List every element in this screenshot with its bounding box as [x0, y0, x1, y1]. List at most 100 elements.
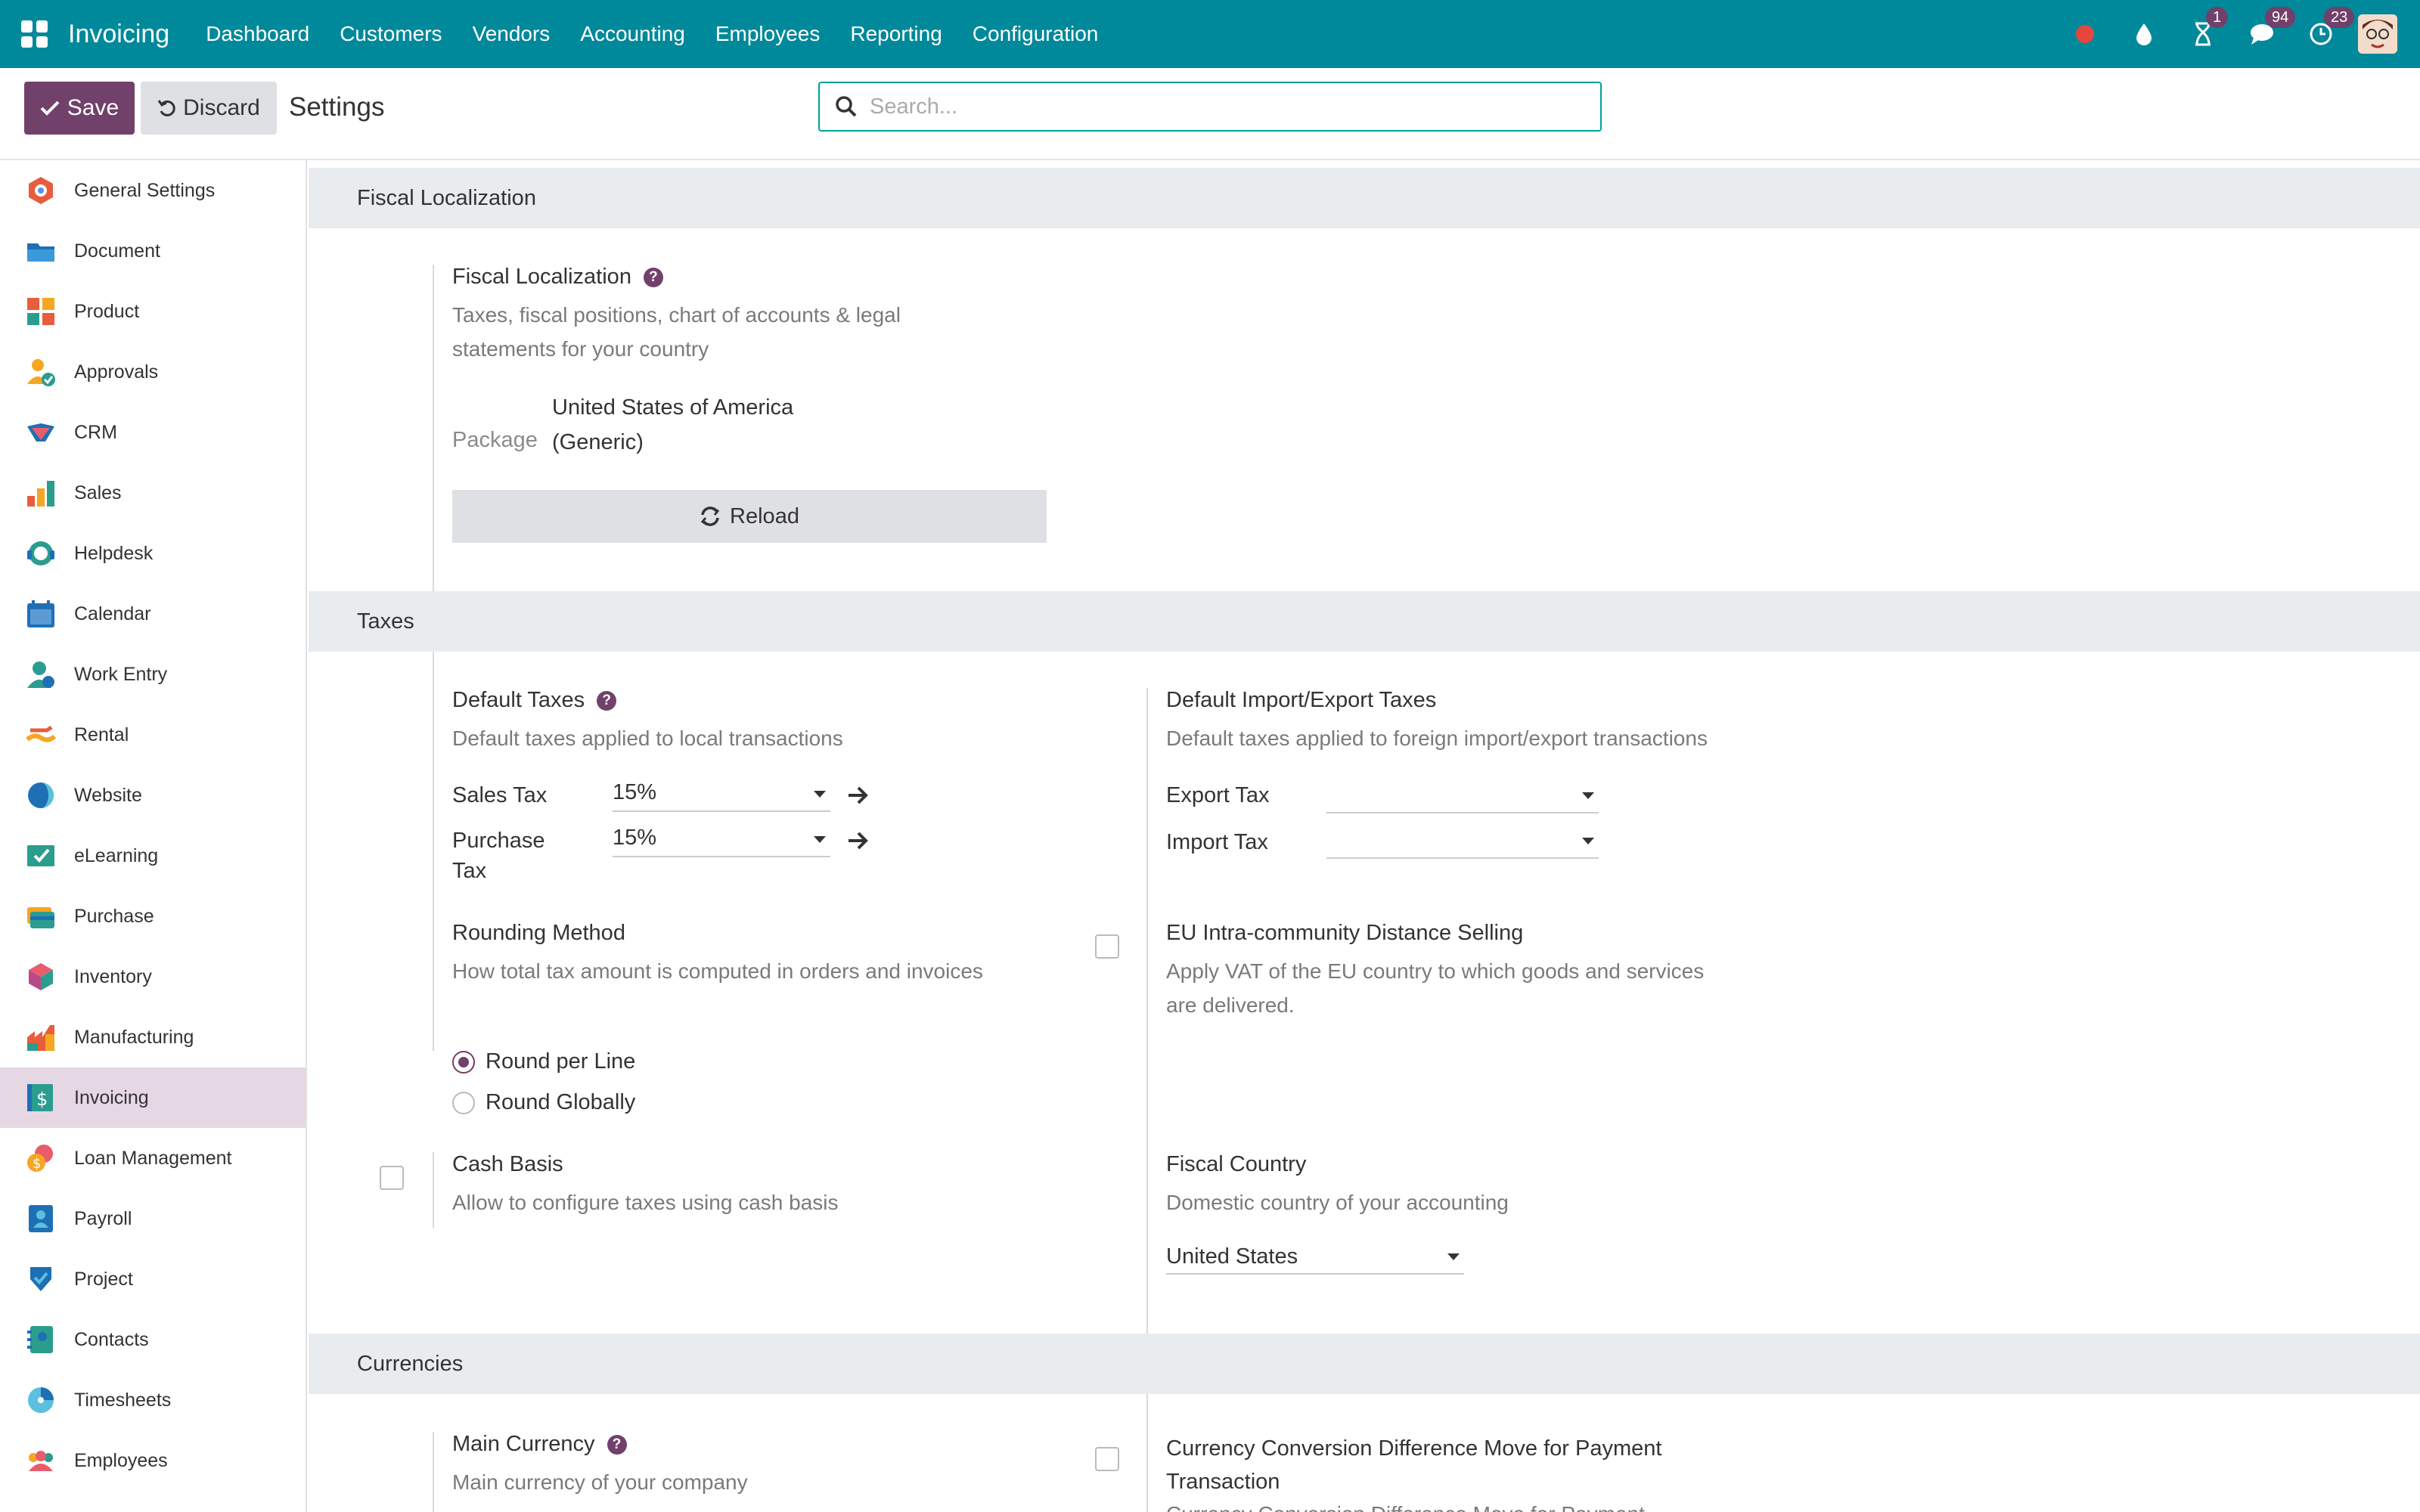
- app-brand[interactable]: Invoicing: [68, 20, 169, 49]
- fiscal-localization-title: Fiscal Localization: [452, 265, 631, 289]
- sidebar-item-timesheets[interactable]: Timesheets: [0, 1370, 306, 1430]
- import-tax-label: Import Tax: [1166, 830, 1268, 854]
- sidebar-item-elearning[interactable]: eLearning: [0, 826, 306, 886]
- description-line: Apply VAT of the EU country to which goo…: [1166, 959, 1705, 983]
- menu-accounting[interactable]: Accounting: [580, 22, 685, 46]
- messages-button[interactable]: 94: [2248, 7, 2296, 48]
- description-line: are delivered.: [1166, 993, 1295, 1017]
- radio-unchecked[interactable]: [452, 1091, 475, 1114]
- reload-button[interactable]: Reload: [452, 490, 1047, 543]
- help-icon[interactable]: ?: [607, 1434, 627, 1455]
- sidebar-item-website[interactable]: Website: [0, 765, 306, 826]
- eu-distance-selling-checkbox[interactable]: [1095, 934, 1119, 959]
- main-currency-setting: Main Currency ?: [452, 1432, 627, 1457]
- apps-grid-icon[interactable]: [21, 20, 48, 48]
- setting-divider: [1146, 1152, 1148, 1447]
- sidebar-item-label: Loan Management: [74, 1147, 232, 1169]
- elearning-icon: [26, 841, 56, 871]
- search-input[interactable]: [870, 94, 1550, 119]
- debug-drop-button[interactable]: [2130, 20, 2158, 48]
- round-globally-option[interactable]: Round Globally: [452, 1090, 635, 1115]
- purchase-tax-label-line: Purchase: [452, 829, 545, 853]
- sidebar-item-label: Product: [74, 300, 140, 322]
- timesheets-icon: [26, 1385, 56, 1415]
- import-tax-select[interactable]: [1326, 824, 1599, 859]
- setting-divider: [1146, 1432, 1148, 1512]
- sidebar-item-label: Website: [74, 784, 142, 806]
- menu-dashboard[interactable]: Dashboard: [206, 22, 309, 46]
- undo-icon: [157, 100, 175, 116]
- caret-down-icon: [814, 836, 826, 843]
- section-header-fiscal-localization: Fiscal Localization: [309, 168, 2420, 228]
- sidebar-item-purchase[interactable]: Purchase: [0, 886, 306, 947]
- purchase-tax-select[interactable]: 15%: [613, 823, 830, 857]
- check-icon: [40, 101, 60, 116]
- sidebar-item-document[interactable]: Document: [0, 221, 306, 281]
- sidebar-item-approvals[interactable]: Approvals: [0, 342, 306, 402]
- sidebar-item-payroll[interactable]: Payroll: [0, 1188, 306, 1249]
- help-icon[interactable]: ?: [597, 690, 617, 711]
- inventory-icon: [26, 962, 56, 992]
- record-dot-icon: [2076, 25, 2094, 43]
- sidebar-item-project[interactable]: Project: [0, 1249, 306, 1309]
- search-box[interactable]: [818, 82, 1602, 132]
- sidebar-item-product[interactable]: Product: [0, 281, 306, 342]
- sidebar-item-loan-management[interactable]: $ Loan Management: [0, 1128, 306, 1188]
- helpdesk-icon: [26, 538, 56, 569]
- recording-indicator[interactable]: [2071, 20, 2099, 48]
- sidebar-item-label: Project: [74, 1268, 133, 1290]
- arrow-right-icon[interactable]: [847, 830, 870, 851]
- sidebar-item-invoicing[interactable]: $ Invoicing: [0, 1067, 306, 1128]
- title-line: Currency Conversion Difference Move for …: [1166, 1436, 1662, 1461]
- sidebar-item-calendar[interactable]: Calendar: [0, 584, 306, 644]
- round-per-line-option[interactable]: Round per Line: [452, 1049, 635, 1074]
- contacts-icon: [26, 1325, 56, 1355]
- general-settings-icon: [26, 175, 56, 206]
- loan-management-icon: $: [26, 1143, 56, 1173]
- menu-configuration[interactable]: Configuration: [973, 22, 1099, 46]
- top-navbar: Invoicing Dashboard Customers Vendors Ac…: [0, 0, 2420, 68]
- help-icon[interactable]: ?: [643, 267, 663, 287]
- main-currency-description: Main currency of your company: [452, 1470, 748, 1494]
- sidebar-item-label: Contacts: [74, 1328, 149, 1350]
- sidebar-item-general-settings[interactable]: General Settings: [0, 160, 306, 221]
- sidebar-item-work-entry[interactable]: Work Entry: [0, 644, 306, 705]
- sidebar-item-label: Purchase: [74, 905, 154, 927]
- radio-checked[interactable]: [452, 1050, 475, 1074]
- sidebar-item-label: Inventory: [74, 965, 152, 987]
- menu-reporting[interactable]: Reporting: [850, 22, 942, 46]
- menu-customers[interactable]: Customers: [340, 22, 442, 46]
- sales-tax-select[interactable]: 15%: [613, 777, 830, 812]
- systray: 1 94 23: [2055, 0, 2397, 68]
- sidebar-item-contacts[interactable]: Contacts: [0, 1309, 306, 1370]
- menu-employees[interactable]: Employees: [715, 22, 821, 46]
- sidebar-item-inventory[interactable]: Inventory: [0, 947, 306, 1007]
- save-button[interactable]: Save: [24, 82, 135, 135]
- activities-button[interactable]: 1: [2189, 7, 2229, 48]
- arrow-right-icon[interactable]: [847, 785, 870, 806]
- notifications-button[interactable]: 23: [2307, 7, 2355, 48]
- activities-badge: 1: [2206, 7, 2229, 28]
- setting-divider: [433, 688, 434, 1051]
- sidebar-item-manufacturing[interactable]: Manufacturing: [0, 1007, 306, 1067]
- package-value-line: (Generic): [552, 430, 644, 454]
- discard-button[interactable]: Discard: [141, 82, 277, 135]
- sidebar-item-rental[interactable]: Rental: [0, 705, 306, 765]
- sidebar-item-sales[interactable]: Sales: [0, 463, 306, 523]
- menu-vendors[interactable]: Vendors: [473, 22, 551, 46]
- project-icon: [26, 1264, 56, 1294]
- sidebar-item-helpdesk[interactable]: Helpdesk: [0, 523, 306, 584]
- rounding-method-title: Rounding Method: [452, 921, 625, 945]
- sidebar-item-employees[interactable]: Employees: [0, 1430, 306, 1491]
- default-taxes-setting: Default Taxes ?: [452, 688, 617, 713]
- cash-basis-checkbox[interactable]: [380, 1166, 404, 1190]
- sidebar-item-label: Employees: [74, 1449, 168, 1471]
- sidebar-item-crm[interactable]: CRM: [0, 402, 306, 463]
- discard-label: Discard: [183, 95, 260, 120]
- export-tax-select[interactable]: [1326, 779, 1599, 813]
- user-avatar[interactable]: [2358, 14, 2397, 54]
- fiscal-country-select[interactable]: United States: [1166, 1240, 1464, 1275]
- currency-conversion-checkbox[interactable]: [1095, 1447, 1119, 1471]
- currency-conversion-title: Currency Conversion Difference Move for …: [1166, 1432, 1661, 1498]
- calendar-icon: [26, 599, 56, 629]
